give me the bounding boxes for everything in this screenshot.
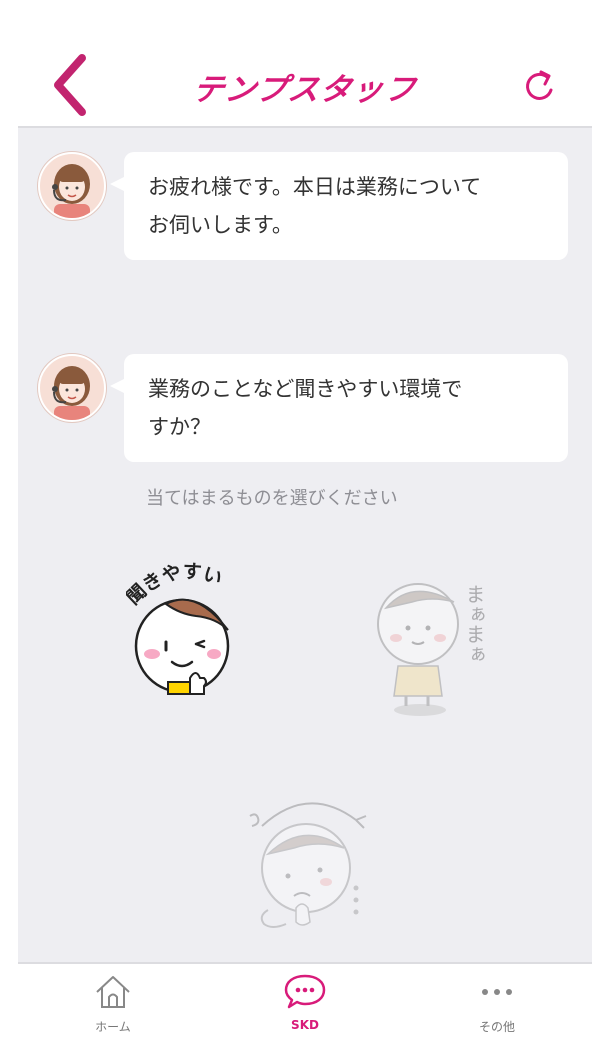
tab-bar: ホーム SKD その他 (18, 962, 592, 1044)
chat-bubble: お疲れ様です。本日は業務について お伺いします。 (110, 152, 568, 260)
refresh-button[interactable] (518, 64, 562, 108)
message-line: すか？ (148, 415, 211, 439)
header: テンプスタッフ (18, 0, 592, 128)
tab-label: SKD (291, 1018, 319, 1032)
home-icon (96, 976, 130, 1008)
message-line: 業務のことなど聞きやすい環境で (148, 377, 463, 401)
choice-so-so[interactable]: まぁまぁ (368, 558, 508, 728)
operator-avatar (38, 152, 106, 220)
tab-label: その他 (478, 1020, 515, 1034)
chat-bubble: 業務のことなど聞きやすい環境で すか？ (110, 354, 568, 462)
confused-sticker-icon (249, 802, 367, 928)
refresh-icon (526, 70, 553, 100)
tab-home[interactable]: ホーム (48, 964, 178, 1044)
tab-other[interactable]: その他 (432, 964, 562, 1044)
choice-easy-to-ask[interactable]: 聞きやすい (122, 558, 256, 708)
so-so-sticker-icon: まぁまぁ (377, 583, 486, 716)
choice-hard-to-ask[interactable] (238, 790, 378, 940)
app-logo: テンプスタッフ (190, 72, 419, 108)
app-frame: テンプスタッフ お疲れ様です。本日は業務について お伺いします。 業務のことなど… (18, 0, 592, 1044)
more-icon (482, 989, 512, 995)
back-button[interactable] (44, 52, 104, 118)
operator-avatar (38, 354, 106, 422)
easy-to-ask-sticker-icon: 聞きやすい (122, 560, 230, 695)
chevron-left-icon (54, 54, 86, 116)
tab-skd[interactable]: SKD (240, 964, 370, 1044)
message-line: お疲れ様です。本日は業務について (148, 175, 482, 199)
sticker-label: まぁまぁ (462, 584, 486, 664)
operator-face-icon (52, 366, 90, 420)
message-line: お伺いします。 (148, 213, 293, 237)
choice-prompt: 当てはまるものを選びください (146, 488, 398, 509)
chat-bubble-icon (284, 974, 326, 1009)
tab-label: ホーム (95, 1020, 131, 1034)
operator-face-icon (52, 164, 90, 218)
chat-area[interactable]: お疲れ様です。本日は業務について お伺いします。 業務のことなど聞きやすい環境で… (18, 128, 592, 962)
